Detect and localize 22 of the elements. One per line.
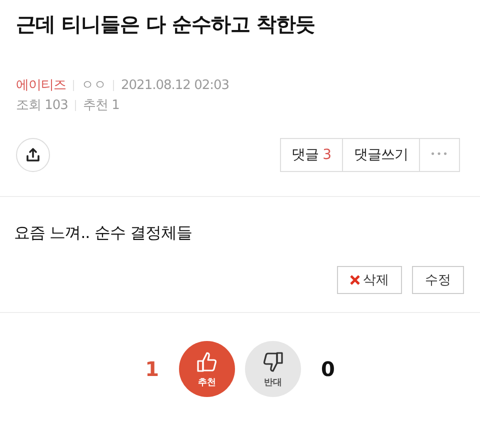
author-name: ㅇㅇ xyxy=(81,77,106,94)
recommend-button[interactable]: 추천 xyxy=(179,341,235,397)
oppose-button[interactable]: 반대 xyxy=(245,341,301,397)
vote-count: 1 xyxy=(145,357,159,381)
post-date: 2021.08.12 02:03 xyxy=(121,78,230,92)
post-title: 근데 티니들은 다 순수하고 착한듯 xyxy=(15,11,316,38)
delete-button[interactable]: 삭제 xyxy=(337,266,402,294)
post-body: 요즘 느껴.. 순수 결정체들 xyxy=(13,222,193,244)
views-label: 조회 xyxy=(16,97,41,114)
comments-button[interactable]: 댓글 3 xyxy=(280,138,344,172)
views-count: 103 xyxy=(44,98,68,112)
thumbs-down-icon xyxy=(261,350,285,374)
vote-count: 0 xyxy=(321,357,335,381)
thumbs-up-icon xyxy=(195,350,219,374)
category-link[interactable]: 에이티즈 xyxy=(16,76,66,94)
write-comment-button[interactable]: 댓글쓰기 xyxy=(342,138,420,172)
recommend-label: 추천 xyxy=(82,97,108,114)
close-icon xyxy=(350,275,360,285)
edit-button[interactable]: 수정 xyxy=(412,266,464,294)
recommend-count: 1 xyxy=(112,98,120,112)
share-icon xyxy=(25,147,41,163)
share-button[interactable] xyxy=(16,138,50,172)
